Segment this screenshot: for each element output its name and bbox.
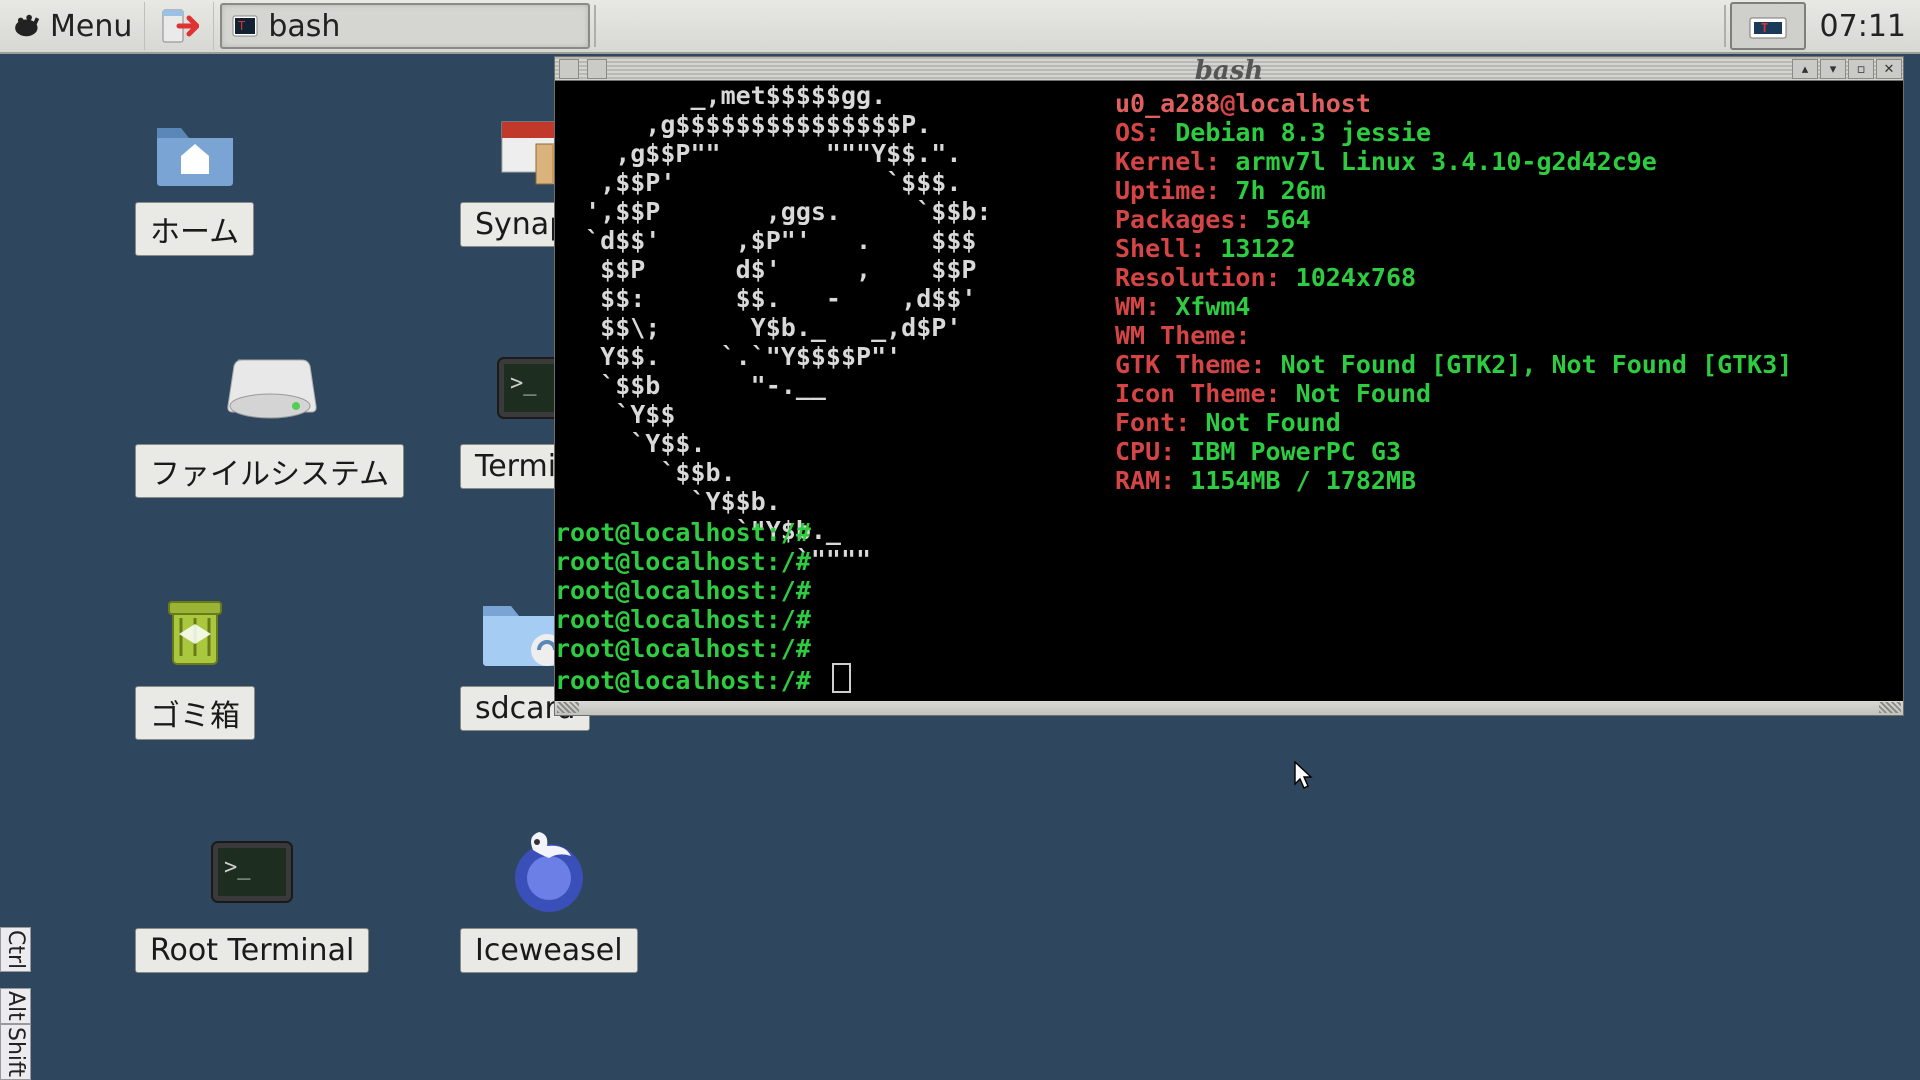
menu-label: Menu (50, 9, 132, 44)
terminal-body[interactable]: _,met$$$$$gg. ,g$$$$$$$$$$$$$$$P. ,g$$P"… (554, 80, 1904, 702)
taskbar-item-label: bash (268, 9, 340, 44)
ascii-art: _,met$$$$$gg. ,g$$$$$$$$$$$$$$$P. ,g$$P"… (555, 81, 992, 574)
desktop-icon-label: Root Terminal (135, 928, 369, 973)
svg-text:>_: >_ (224, 855, 251, 880)
panel-separator (1724, 5, 1726, 47)
screenfetch-info: u0_a288@localhost OS: Debian 8.3 jessie … (1115, 89, 1792, 495)
window-menu-icon[interactable] (559, 59, 579, 79)
terminal-icon: >_ (204, 826, 300, 922)
desktop-icon-root-terminal[interactable]: >_ Root Terminal (135, 826, 369, 973)
iceweasel-icon (501, 826, 597, 922)
window-titlebar[interactable]: ▴ ▾ ▫ ✕ (554, 56, 1904, 82)
window-shade-button[interactable]: ▴ (1792, 59, 1818, 79)
taskbar-item-bash[interactable]: T bash (220, 3, 590, 49)
logout-icon (159, 6, 199, 46)
window-resize-bar[interactable] (554, 701, 1904, 716)
desktop-icon-label: ホーム (135, 202, 254, 256)
svg-text:T: T (1761, 21, 1768, 35)
clock[interactable]: 07:11 (1814, 9, 1920, 44)
home-folder-icon (147, 100, 243, 196)
side-key-alt[interactable]: Alt (0, 988, 31, 1024)
desktop-icon-label: Iceweasel (460, 928, 638, 973)
desktop-icon-home[interactable]: ホーム (135, 100, 254, 256)
side-key-shift[interactable]: Shift (0, 1024, 31, 1080)
top-panel: Menu T bash T 07:11 (0, 0, 1920, 54)
desktop-icon-label: ファイルシステム (135, 444, 404, 498)
mouse-icon (12, 12, 50, 40)
terminal-window[interactable]: bash ▴ ▾ ▫ ✕ _,met$$$$$gg. ,g$$$$$$$$$$$… (554, 56, 1904, 716)
panel-separator (594, 5, 596, 47)
window-sticky-icon[interactable] (587, 59, 607, 79)
keyboard-icon: T (1748, 10, 1788, 42)
cursor-icon (1294, 761, 1316, 791)
drive-icon (222, 342, 318, 438)
prompt-lines: root@localhost:/# root@localhost:/# root… (555, 518, 851, 695)
window-close-button[interactable]: ✕ (1876, 59, 1902, 79)
tray-keyboard[interactable]: T (1730, 2, 1806, 50)
desktop-icon-filesystem[interactable]: ファイルシステム (135, 342, 404, 498)
window-maximize-button[interactable]: ▫ (1848, 59, 1874, 79)
window-minimize-button[interactable]: ▾ (1820, 59, 1846, 79)
trash-icon (147, 584, 243, 680)
desktop-icon-iceweasel[interactable]: Iceweasel (460, 826, 638, 973)
desktop-icon-label: ゴミ箱 (135, 686, 255, 740)
svg-text:>_: >_ (510, 371, 537, 396)
logout-button[interactable] (145, 2, 214, 50)
side-key-ctrl[interactable]: Ctrl (0, 927, 31, 972)
terminal-icon: T (232, 13, 258, 39)
menu-button[interactable]: Menu (0, 2, 145, 50)
desktop-icon-trash[interactable]: ゴミ箱 (135, 584, 255, 740)
svg-text:T: T (238, 19, 245, 33)
